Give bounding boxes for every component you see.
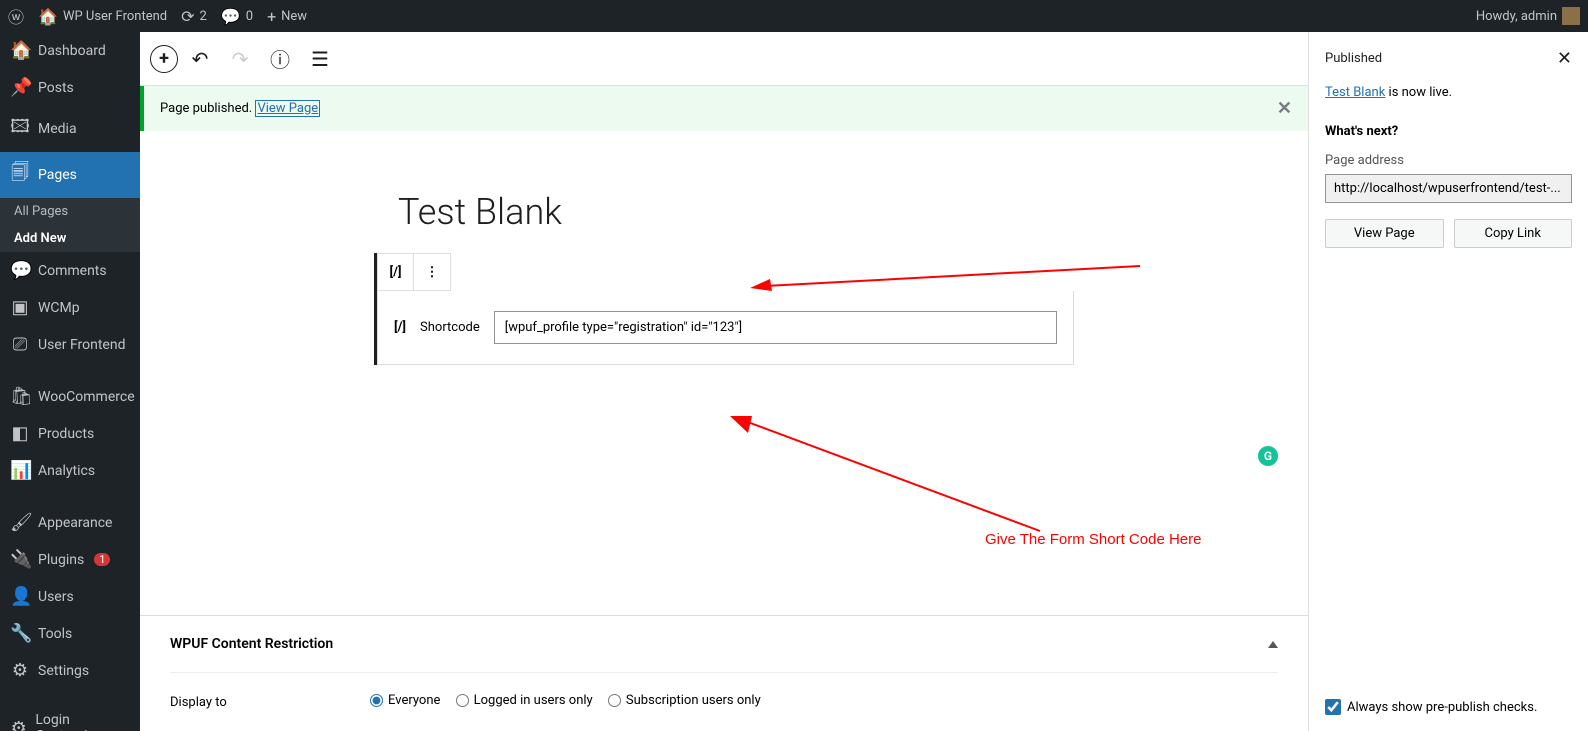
tools-icon: 🔧 bbox=[10, 623, 30, 644]
menu-login-customizer[interactable]: ⚙Login Customizer bbox=[0, 704, 140, 731]
menu-analytics[interactable]: 📊Analytics bbox=[0, 452, 140, 489]
close-panel-button[interactable]: ✕ bbox=[1557, 48, 1572, 69]
users-icon: 👤 bbox=[10, 586, 30, 607]
appearance-icon: 🖌 bbox=[10, 512, 30, 533]
wpuf-metabox: WPUF Content Restriction Display to Ever… bbox=[140, 615, 1308, 731]
live-page-link[interactable]: Test Blank bbox=[1325, 85, 1385, 100]
update-icon: ⟳ bbox=[181, 7, 194, 26]
grammarly-icon[interactable]: G bbox=[1258, 446, 1278, 466]
page-title[interactable]: Test Blank bbox=[384, 191, 1064, 233]
howdy-link[interactable]: Howdy, admin bbox=[1476, 7, 1580, 25]
page-icon: 🗐 bbox=[10, 160, 30, 190]
menu-wcmp[interactable]: ▣WCMp bbox=[0, 289, 140, 326]
shortcode-block[interactable]: [/] ⋮ [/] Shortcode bbox=[374, 253, 1074, 365]
shortcode-input[interactable] bbox=[494, 311, 1057, 344]
woo-icon: 🛍 bbox=[10, 386, 30, 407]
page-address-label: Page address bbox=[1325, 153, 1572, 168]
block-toolbar: [/] ⋮ bbox=[377, 253, 451, 291]
panel-live-text: Test Blank is now live. bbox=[1325, 85, 1572, 100]
annotation-text: Give The Form Short Code Here bbox=[985, 531, 1201, 548]
menu-comments[interactable]: 💬Comments bbox=[0, 252, 140, 289]
editor-toolbar: + ↶ ↷ ⓘ ☰ bbox=[140, 32, 1308, 86]
wordpress-icon: ⓦ bbox=[8, 4, 24, 28]
display-to-label: Display to bbox=[170, 695, 350, 710]
menu-appearance[interactable]: 🖌Appearance bbox=[0, 504, 140, 541]
whats-next-heading: What's next? bbox=[1325, 124, 1398, 139]
plus-icon: + bbox=[267, 7, 276, 26]
menu-media[interactable]: 🖾Media bbox=[0, 106, 140, 152]
pin-icon: 📌 bbox=[10, 77, 30, 98]
radio-logged-in[interactable]: Logged in users only bbox=[456, 693, 593, 708]
undo-button[interactable]: ↶ bbox=[182, 41, 218, 77]
info-button[interactable]: ⓘ bbox=[262, 41, 298, 77]
metabox-toggle[interactable] bbox=[1268, 641, 1278, 648]
shortcode-label: Shortcode bbox=[420, 320, 480, 335]
frontend-icon: ⎚ bbox=[10, 334, 30, 355]
wcmp-icon: ▣ bbox=[10, 297, 30, 318]
add-block-button[interactable]: + bbox=[150, 45, 178, 73]
products-icon: ◧ bbox=[10, 423, 30, 444]
prepublish-checkbox[interactable] bbox=[1325, 699, 1341, 715]
admin-bar: ⓦ 🏠WP User Frontend ⟳2 💬0 +New Howdy, ad… bbox=[0, 0, 1588, 32]
menu-tools[interactable]: 🔧Tools bbox=[0, 615, 140, 652]
block-type-button[interactable]: [/] bbox=[378, 254, 414, 290]
block-more-button[interactable]: ⋮ bbox=[414, 254, 450, 290]
plugins-badge: 1 bbox=[94, 553, 110, 566]
menu-users[interactable]: 👤Users bbox=[0, 578, 140, 615]
comment-icon: 💬 bbox=[221, 7, 241, 26]
panel-status: Published bbox=[1325, 51, 1382, 66]
plugins-icon: 🔌 bbox=[10, 549, 30, 570]
menu-settings[interactable]: ⚙Settings bbox=[0, 652, 140, 689]
site-link[interactable]: 🏠WP User Frontend bbox=[38, 7, 167, 26]
view-page-link[interactable]: View Page bbox=[255, 100, 320, 117]
view-page-button[interactable]: View Page bbox=[1325, 219, 1444, 248]
menu-posts[interactable]: 📌Posts bbox=[0, 69, 140, 106]
customizer-icon: ⚙ bbox=[10, 718, 27, 731]
copy-link-button[interactable]: Copy Link bbox=[1454, 219, 1573, 248]
radio-everyone[interactable]: Everyone bbox=[370, 693, 440, 708]
menu-plugins[interactable]: 🔌Plugins1 bbox=[0, 541, 140, 578]
home-icon: 🏠 bbox=[38, 7, 58, 26]
menu-pages[interactable]: 🗐Pages bbox=[0, 152, 140, 198]
analytics-icon: 📊 bbox=[10, 460, 30, 481]
prepublish-label: Always show pre-publish checks. bbox=[1347, 700, 1537, 715]
annotation-arrow-2 bbox=[730, 411, 1050, 541]
menu-dashboard[interactable]: 🏠Dashboard bbox=[0, 32, 140, 69]
menu-user-frontend[interactable]: ⎚User Frontend bbox=[0, 326, 140, 363]
menu-products[interactable]: ◧Products bbox=[0, 415, 140, 452]
wp-logo[interactable]: ⓦ bbox=[8, 4, 24, 28]
dashboard-icon: 🏠 bbox=[10, 40, 30, 61]
dismiss-notice-button[interactable]: ✕ bbox=[1277, 98, 1292, 119]
page-address-input[interactable]: http://localhost/wpuserfrontend/test-... bbox=[1325, 174, 1572, 203]
updates-link[interactable]: ⟳2 bbox=[181, 7, 207, 26]
menu-woocommerce[interactable]: 🛍WooCommerce bbox=[0, 378, 140, 415]
publish-notice: Page published. View Page ✕ bbox=[140, 86, 1308, 131]
metabox-title: WPUF Content Restriction bbox=[170, 636, 333, 652]
new-link[interactable]: +New bbox=[267, 7, 307, 26]
avatar bbox=[1562, 7, 1580, 25]
submenu-all-pages[interactable]: All Pages bbox=[0, 198, 140, 225]
admin-sidebar: 🏠Dashboard 📌Posts 🖾Media 🗐Pages All Page… bbox=[0, 32, 140, 731]
settings-icon: ⚙ bbox=[10, 660, 30, 681]
comment-icon: 💬 bbox=[10, 260, 30, 281]
redo-button[interactable]: ↷ bbox=[222, 41, 258, 77]
notice-text: Page published. bbox=[160, 101, 252, 116]
submenu-add-new[interactable]: Add New bbox=[0, 225, 140, 252]
outline-button[interactable]: ☰ bbox=[302, 41, 338, 77]
radio-subscription[interactable]: Subscription users only bbox=[608, 693, 761, 708]
shortcode-icon: [/] bbox=[394, 320, 406, 335]
publish-panel: Published ✕ Test Blank is now live. What… bbox=[1308, 32, 1588, 731]
media-icon: 🖾 bbox=[10, 114, 30, 144]
comments-link[interactable]: 💬0 bbox=[221, 7, 253, 26]
